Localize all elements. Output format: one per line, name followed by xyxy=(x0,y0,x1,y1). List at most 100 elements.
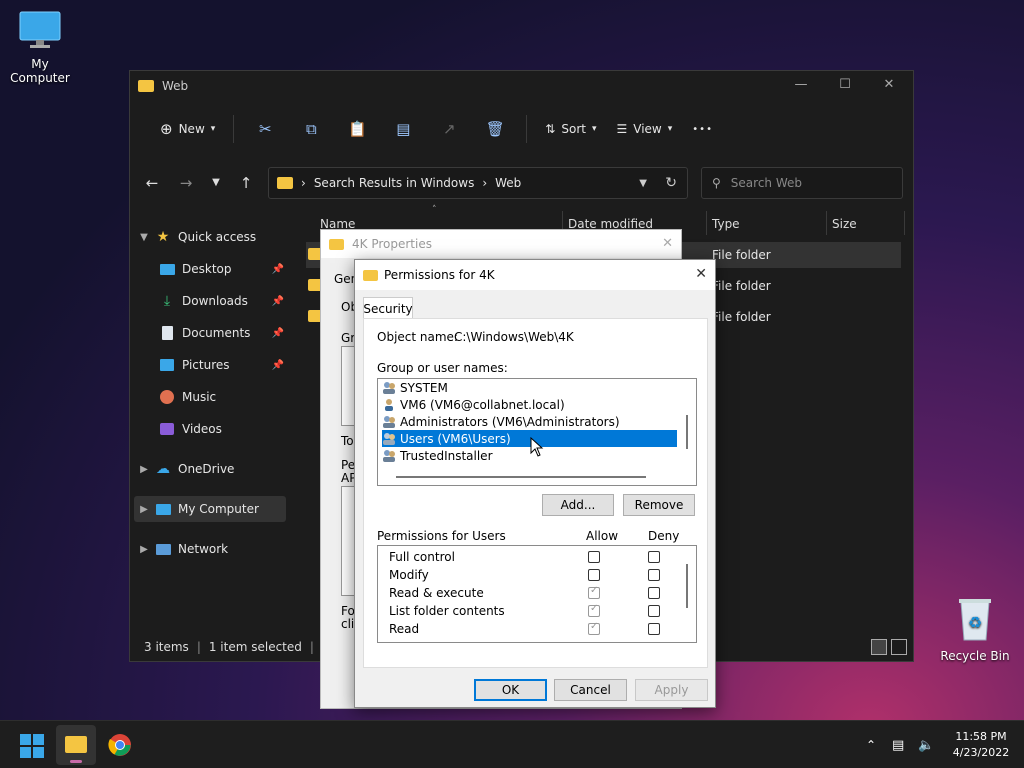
delete-button[interactable]: 🗑 xyxy=(472,111,518,147)
network-tray-icon[interactable]: ▤ xyxy=(892,721,904,768)
tab-security[interactable]: Security xyxy=(363,297,413,319)
pin-icon[interactable]: 📌 xyxy=(272,360,284,371)
sidebar-label: Network xyxy=(178,542,229,556)
minimize-icon[interactable]: — xyxy=(789,77,813,95)
allow-checkbox[interactable] xyxy=(588,569,600,581)
status-item-count: 3 items xyxy=(144,640,189,654)
sidebar-item-onedrive[interactable]: ▶ ☁ OneDrive xyxy=(134,456,286,482)
view-label: View xyxy=(633,122,662,136)
maximize-icon[interactable]: ☐ xyxy=(833,77,857,95)
ok-button[interactable]: OK xyxy=(474,679,547,701)
rename-button[interactable]: ▤ xyxy=(380,111,426,147)
volume-tray-icon[interactable]: 🔈 xyxy=(918,721,934,768)
horizontal-scrollbar[interactable] xyxy=(396,476,646,478)
copy-button[interactable]: ⧉ xyxy=(288,111,334,147)
sidebar-item-network[interactable]: ▶ Network xyxy=(134,536,286,562)
add-button[interactable]: Add... xyxy=(542,494,614,516)
sort-icon: ⇅ xyxy=(545,122,556,136)
deny-checkbox[interactable] xyxy=(648,569,660,581)
show-hidden-icons-button[interactable]: ⌃ xyxy=(866,721,876,768)
sidebar-item-my-computer[interactable]: ▶ My Computer xyxy=(134,496,286,522)
back-arrow-icon[interactable]: ← xyxy=(140,171,164,195)
explorer-titlebar[interactable]: Web — ☐ ✕ xyxy=(130,71,913,101)
deny-checkbox[interactable] xyxy=(648,587,660,599)
pin-icon[interactable]: 📌 xyxy=(272,328,284,339)
allow-checkbox[interactable] xyxy=(588,551,600,563)
pin-icon[interactable]: 📌 xyxy=(272,264,284,275)
sidebar-item-music[interactable]: Music xyxy=(134,384,286,410)
column-header-type[interactable]: Type xyxy=(712,217,740,237)
user-group-icon xyxy=(382,432,396,445)
sidebar-item-documents[interactable]: Documents 📌 xyxy=(134,320,286,346)
allow-checkbox[interactable] xyxy=(588,621,600,635)
chrome-icon xyxy=(108,734,131,756)
up-arrow-icon[interactable]: ↑ xyxy=(234,171,258,195)
cancel-button[interactable]: Cancel xyxy=(554,679,627,701)
view-button[interactable]: ☰ View ▾ xyxy=(607,111,683,147)
permissions-titlebar[interactable]: Permissions for 4K ✕ xyxy=(355,260,715,290)
deny-checkbox[interactable] xyxy=(648,551,660,563)
close-icon[interactable]: ✕ xyxy=(877,77,901,95)
list-item[interactable]: Administrators (VM6\Administrators) xyxy=(382,413,677,430)
search-box[interactable]: ⚲ Search Web xyxy=(701,167,903,199)
my-computer-desktop-icon[interactable]: My Computer xyxy=(0,10,80,85)
permission-row: List folder contents xyxy=(389,603,679,622)
sidebar-label: OneDrive xyxy=(178,462,235,476)
new-button[interactable]: ⊕ New ▾ xyxy=(150,111,225,147)
allow-checkbox[interactable] xyxy=(588,585,600,599)
column-separator[interactable] xyxy=(904,211,905,235)
chevron-right-icon[interactable]: ▶ xyxy=(134,544,154,555)
column-header-size[interactable]: Size xyxy=(832,217,857,237)
mouse-cursor-icon xyxy=(530,437,544,457)
tiles-view-icon[interactable] xyxy=(891,639,907,655)
breadcrumb-root[interactable]: Search Results in Windows xyxy=(314,176,475,190)
apply-button[interactable]: Apply xyxy=(635,679,708,701)
sidebar-item-desktop[interactable]: Desktop 📌 xyxy=(134,256,286,282)
refresh-icon[interactable]: ↻ xyxy=(665,175,677,191)
list-item[interactable]: SYSTEM xyxy=(382,379,677,396)
chevron-right-icon[interactable]: ▶ xyxy=(134,464,154,475)
user-name: SYSTEM xyxy=(400,380,448,395)
close-icon[interactable]: ✕ xyxy=(662,236,673,251)
properties-titlebar[interactable]: 4K Properties ✕ xyxy=(321,230,681,258)
column-separator[interactable] xyxy=(706,211,707,235)
start-button[interactable] xyxy=(20,734,44,761)
taskbar-file-explorer[interactable] xyxy=(56,725,96,765)
share-icon: ↗ xyxy=(443,120,456,138)
more-options-button[interactable]: ••• xyxy=(682,111,723,147)
breadcrumb-leaf[interactable]: Web xyxy=(495,176,521,190)
address-bar[interactable]: › Search Results in Windows › Web ▼ ↻ xyxy=(268,167,688,199)
sidebar-item-downloads[interactable]: ⤓ Downloads 📌 xyxy=(134,288,286,314)
clock[interactable]: 11:58 PM 4/23/2022 xyxy=(946,721,1016,768)
sort-button[interactable]: ⇅ Sort ▾ xyxy=(535,111,606,147)
explorer-title: Web xyxy=(162,79,189,93)
address-dropdown-icon[interactable]: ▼ xyxy=(639,178,647,189)
chevron-down-icon[interactable]: ▼ xyxy=(134,232,154,243)
remove-button[interactable]: Remove xyxy=(623,494,695,516)
copy-icon: ⧉ xyxy=(305,120,317,138)
sidebar-item-quick-access[interactable]: ▼ ★ Quick access xyxy=(134,224,286,250)
taskbar-chrome[interactable] xyxy=(108,733,132,760)
chevron-right-icon[interactable]: ▶ xyxy=(134,504,154,515)
column-separator[interactable] xyxy=(826,211,827,235)
deny-checkbox[interactable] xyxy=(648,623,660,635)
pin-icon[interactable]: 📌 xyxy=(272,296,284,307)
allow-checkbox[interactable] xyxy=(588,603,600,617)
sidebar-item-pictures[interactable]: Pictures 📌 xyxy=(134,352,286,378)
cut-button[interactable]: ✂ xyxy=(242,111,288,147)
details-view-icon[interactable] xyxy=(871,639,887,655)
sidebar-item-videos[interactable]: Videos xyxy=(134,416,286,442)
vertical-scrollbar[interactable] xyxy=(686,415,688,449)
vertical-scrollbar[interactable] xyxy=(686,564,688,608)
recent-chevron-icon[interactable]: ▼ xyxy=(204,171,228,195)
forward-arrow-icon[interactable]: → xyxy=(174,171,198,195)
user-name: TrustedInstaller xyxy=(400,448,493,463)
list-item[interactable]: VM6 (VM6@collabnet.local) xyxy=(382,396,677,413)
share-button[interactable]: ↗ xyxy=(426,111,472,147)
paste-button[interactable]: 📋 xyxy=(334,111,380,147)
recycle-bin-desktop-icon[interactable]: ♻ Recycle Bin xyxy=(935,596,1015,663)
close-icon[interactable]: ✕ xyxy=(695,266,707,282)
pictures-icon xyxy=(158,358,176,372)
user-list[interactable]: SYSTEM VM6 (VM6@collabnet.local) Adminis… xyxy=(377,378,697,486)
deny-checkbox[interactable] xyxy=(648,605,660,617)
